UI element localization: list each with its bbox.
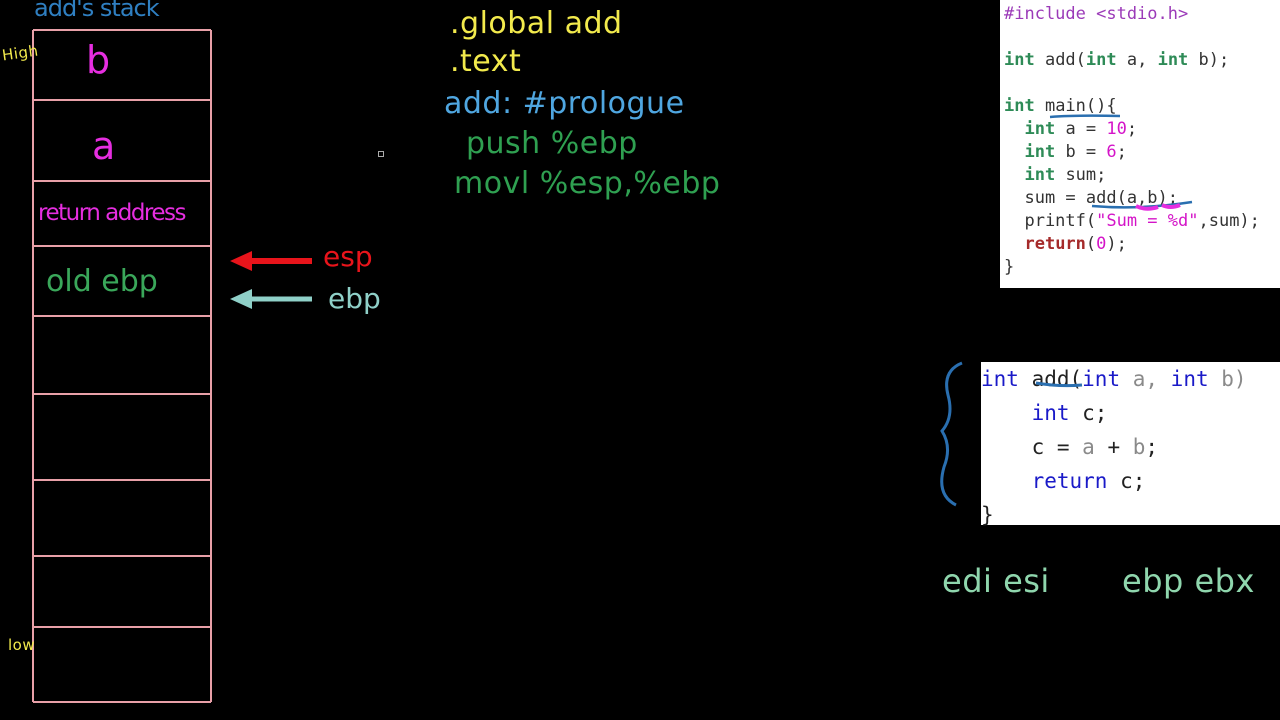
stack-slot-return-address: return address bbox=[38, 200, 187, 226]
note-global-add: .global add bbox=[450, 6, 623, 41]
esp-arrow-head bbox=[230, 251, 252, 271]
add-name-underline bbox=[1035, 381, 1083, 388]
stack-slot-b: b bbox=[86, 38, 111, 82]
ebp-arrow-head bbox=[230, 289, 252, 309]
registers-edi-esi: edi esi bbox=[942, 562, 1050, 600]
code-token: b) bbox=[1208, 367, 1247, 391]
stack-frame-lines bbox=[32, 29, 212, 703]
main-code-annotations bbox=[1049, 114, 1193, 211]
ebp-label: ebp bbox=[328, 282, 381, 315]
pointer-arrows bbox=[230, 251, 312, 309]
stack-slot-a: a bbox=[92, 124, 116, 168]
add-code-annotations bbox=[940, 361, 1083, 507]
note-add-prologue: add: #prologue bbox=[444, 86, 685, 121]
note-push-ebp: push %ebp bbox=[466, 126, 638, 161]
arg-b-underline bbox=[1161, 203, 1181, 209]
esp-label: esp bbox=[323, 240, 373, 273]
stack-slot-old-ebp: old ebp bbox=[46, 264, 158, 299]
note-text-section: .text bbox=[450, 44, 522, 79]
function-body-brace bbox=[940, 361, 963, 507]
note-movl-esp-ebp: movl %esp,%ebp bbox=[454, 166, 721, 201]
stack-title: add's stack bbox=[34, 0, 160, 22]
stack-diagram bbox=[32, 29, 312, 703]
code-token: int bbox=[1170, 367, 1209, 391]
cursor-marker bbox=[378, 151, 384, 157]
code-token: b bbox=[1132, 435, 1146, 459]
code-token: ; bbox=[1145, 435, 1159, 459]
main-underline bbox=[1049, 114, 1121, 119]
registers-ebp-ebx: ebp ebx bbox=[1122, 562, 1255, 600]
low-address-label: low bbox=[8, 636, 36, 654]
